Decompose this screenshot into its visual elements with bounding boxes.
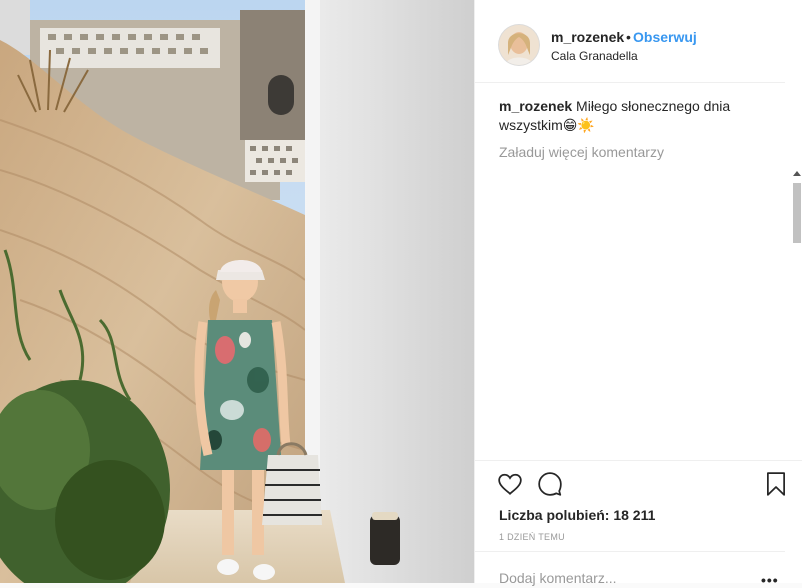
photo-image xyxy=(0,0,474,583)
load-more-comments-button[interactable]: Załaduj więcej komentarzy xyxy=(499,144,664,160)
scrollbar-thumb[interactable] xyxy=(793,183,801,243)
scroll-up-arrow-icon[interactable] xyxy=(793,171,801,176)
likes-count[interactable]: Liczba polubień: 18 211 xyxy=(499,507,655,523)
post-sidebar: m_rozenek • Obserwuj Cala Granadella m_r… xyxy=(474,0,802,588)
add-comment-bar: ••• xyxy=(475,551,785,588)
post-timestamp[interactable]: 1 DZIEŃ TEMU xyxy=(499,532,565,542)
post-header: m_rozenek • Obserwuj Cala Granadella xyxy=(475,5,785,83)
post-photo[interactable] xyxy=(0,0,474,583)
location-link[interactable]: Cala Granadella xyxy=(551,49,638,63)
separator-dot: • xyxy=(626,29,631,45)
username-link[interactable]: m_rozenek xyxy=(551,29,624,45)
action-bar xyxy=(475,460,802,509)
caption-username[interactable]: m_rozenek xyxy=(499,98,572,114)
comment-input[interactable] xyxy=(499,570,739,586)
avatar[interactable] xyxy=(499,25,539,65)
more-options-icon[interactable]: ••• xyxy=(761,572,779,588)
bookmark-icon[interactable] xyxy=(763,471,789,497)
heart-icon[interactable] xyxy=(497,471,523,497)
avatar-image xyxy=(499,25,539,65)
post-caption: m_rozenek Miłego słonecznego dnia wszyst… xyxy=(499,97,759,135)
follow-button[interactable]: Obserwuj xyxy=(633,29,697,45)
comment-icon[interactable] xyxy=(537,471,563,497)
comments-scrollbar[interactable] xyxy=(792,83,802,443)
